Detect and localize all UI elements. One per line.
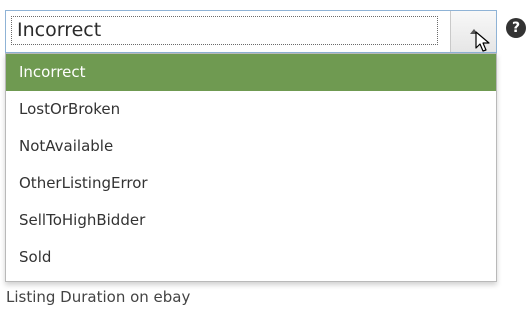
reason-select[interactable]: Incorrect [5, 10, 497, 53]
option-sold[interactable]: Sold [6, 239, 496, 276]
option-incorrect[interactable]: Incorrect [6, 54, 496, 91]
option-not-available[interactable]: NotAvailable [6, 128, 496, 165]
option-other-listing-error[interactable]: OtherListingError [6, 165, 496, 202]
select-current-value[interactable]: Incorrect [11, 16, 438, 45]
mouse-pointer-icon [475, 31, 490, 52]
select-dropdown-list: Incorrect LostOrBroken NotAvailable Othe… [5, 53, 497, 282]
option-lost-or-broken[interactable]: LostOrBroken [6, 91, 496, 128]
select-toggle-button[interactable] [450, 11, 496, 52]
option-sell-to-high-bidder[interactable]: SellToHighBidder [6, 202, 496, 239]
listing-duration-label: Listing Duration on ebay [6, 288, 191, 306]
question-mark-icon[interactable]: ? [506, 18, 526, 38]
